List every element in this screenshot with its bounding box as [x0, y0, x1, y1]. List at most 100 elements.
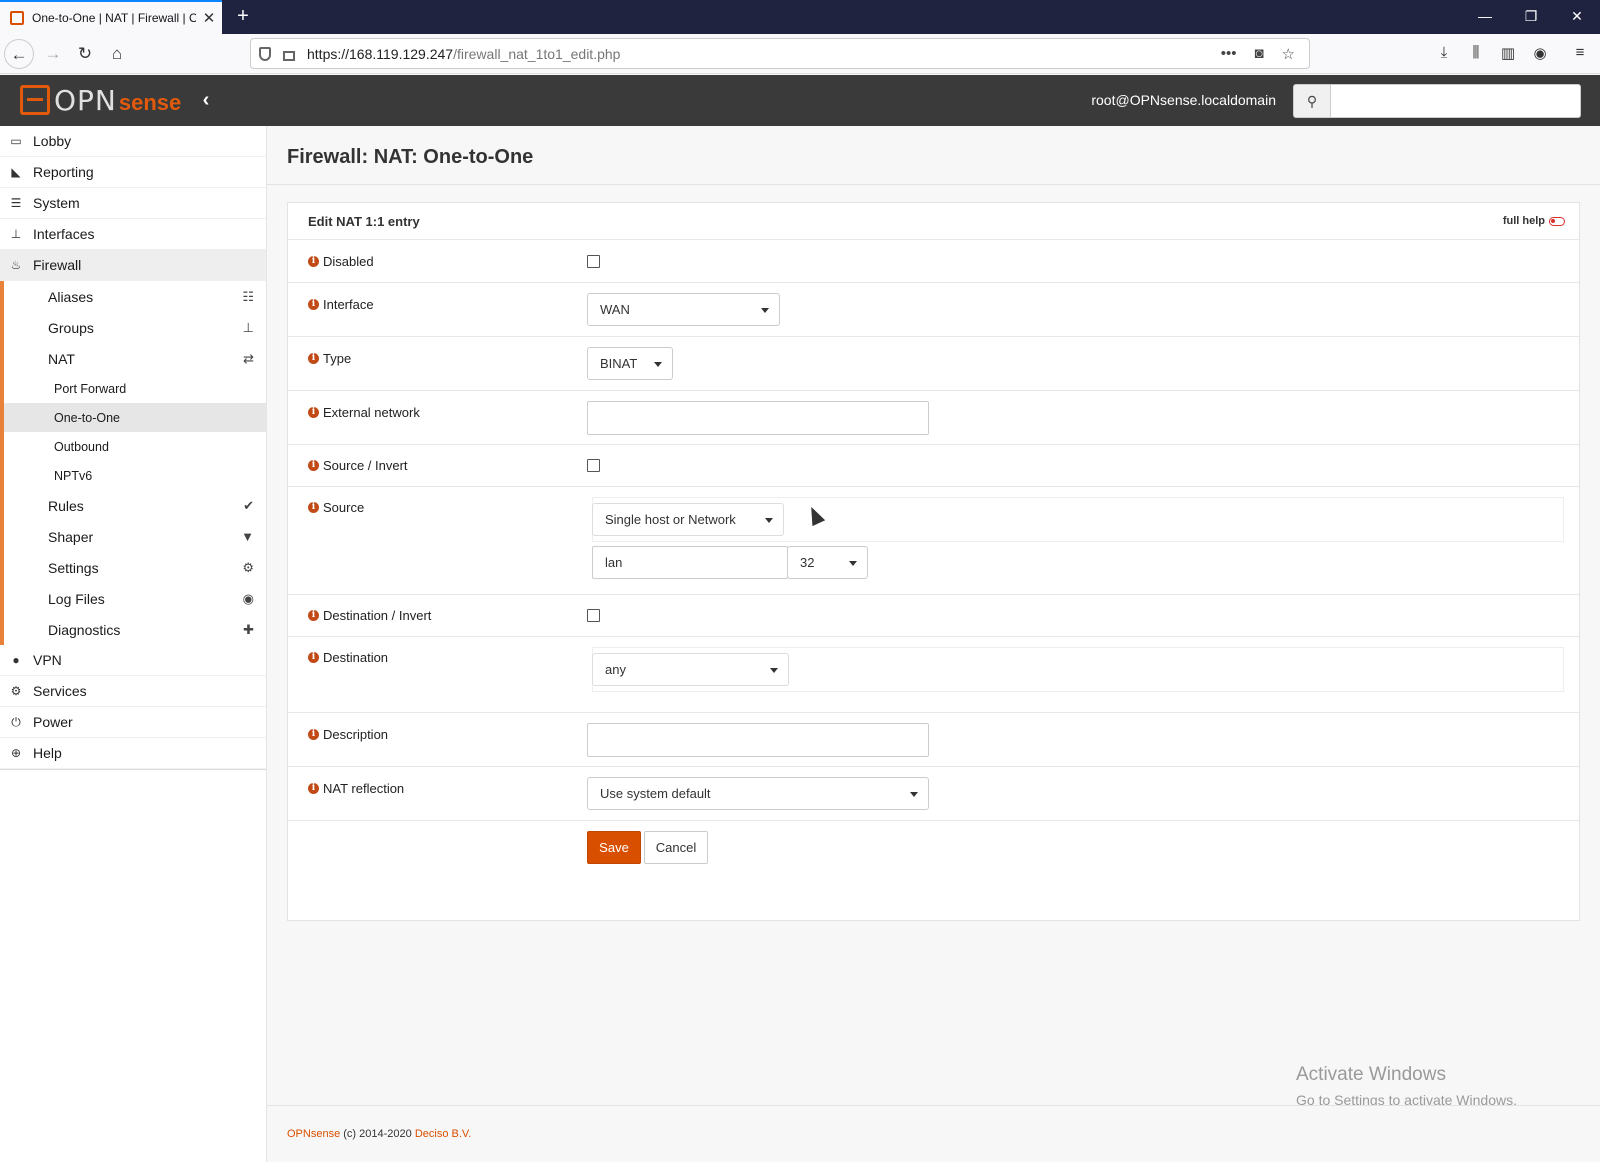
- list-icon: ☷: [242, 288, 254, 304]
- sidebar-toggle-icon[interactable]: ▥: [1498, 44, 1518, 64]
- close-tab-icon[interactable]: ✕: [196, 9, 222, 27]
- sidebar-item-help[interactable]: ⊕ Help: [0, 738, 266, 769]
- caret-down-icon: [770, 668, 778, 673]
- info-icon[interactable]: i: [308, 502, 319, 513]
- sidebar-item-system[interactable]: ☰ System: [0, 188, 266, 219]
- sidebar-item-nat[interactable]: NAT ⇄: [0, 343, 266, 374]
- restore-icon[interactable]: ❐: [1508, 0, 1554, 34]
- sidebar-item-settings[interactable]: Settings ⚙: [0, 552, 266, 583]
- pocket-icon[interactable]: ◙: [1254, 45, 1263, 63]
- external-network-input[interactable]: [587, 401, 929, 435]
- destination-select[interactable]: any: [592, 653, 789, 686]
- bookmark-star-icon[interactable]: ☆: [1282, 45, 1295, 63]
- label-text: Destination: [323, 650, 389, 665]
- save-button[interactable]: Save: [587, 831, 641, 864]
- sidebar-item-rules[interactable]: Rules ✔: [0, 490, 266, 521]
- sidebar-item-aliases[interactable]: Aliases ☷: [0, 281, 266, 312]
- sidebar-item-services[interactable]: ⚙ Services: [0, 676, 266, 707]
- row-disabled: i Disabled: [288, 241, 1579, 283]
- opnsense-logo[interactable]: OPN sense: [20, 84, 181, 117]
- server-icon: ☰: [10, 196, 22, 210]
- insecure-lock-icon[interactable]: [283, 50, 295, 61]
- source-type-select[interactable]: Single host or Network: [592, 503, 784, 536]
- close-window-icon[interactable]: ✕: [1554, 0, 1600, 34]
- sidebar-item-log-files[interactable]: Log Files ◉: [0, 583, 266, 614]
- full-help-toggle[interactable]: full help: [1503, 215, 1565, 227]
- shield-icon[interactable]: [259, 46, 271, 61]
- info-icon[interactable]: i: [308, 610, 319, 621]
- search-icon[interactable]: ⚲: [1293, 84, 1331, 118]
- url-bar[interactable]: https://168.119.129.247 /firewall_nat_1t…: [250, 38, 1310, 69]
- sidebar-item-reporting[interactable]: ◣ Reporting: [0, 157, 266, 188]
- sidebar-item-shaper[interactable]: Shaper ▼: [0, 521, 266, 552]
- source-invert-checkbox[interactable]: [587, 459, 600, 472]
- caret-down-icon: [765, 518, 773, 523]
- sidebar-item-label: Interfaces: [33, 226, 95, 242]
- footer-company-link[interactable]: Deciso B.V.: [415, 1128, 471, 1140]
- downloads-icon[interactable]: ⤓: [1434, 44, 1454, 64]
- toggle-off-icon[interactable]: [1549, 216, 1565, 226]
- interface-select[interactable]: WAN: [587, 293, 780, 326]
- sidebar-item-vpn[interactable]: ● VPN: [0, 645, 266, 676]
- minimize-icon[interactable]: —: [1462, 0, 1508, 34]
- info-icon[interactable]: i: [308, 353, 319, 364]
- footer-brand-link[interactable]: OPNsense: [287, 1128, 340, 1140]
- menu-hamburger-icon[interactable]: ≡: [1570, 44, 1590, 64]
- browser-tab[interactable]: One-to-One | NAT | Firewall | O ✕: [0, 0, 222, 34]
- description-input[interactable]: [587, 723, 929, 757]
- activate-windows-watermark: Activate Windows Go to Settings to activ…: [1296, 1064, 1517, 1108]
- cancel-button[interactable]: Cancel: [644, 831, 708, 864]
- plug-icon: ⏻: [11, 714, 21, 729]
- sidebar-item-outbound[interactable]: Outbound: [0, 432, 266, 461]
- destination-invert-checkbox[interactable]: [587, 609, 600, 622]
- label-text: Disabled: [323, 254, 374, 269]
- page-footer: OPNsense (c) 2014-2020 Deciso B.V.: [267, 1105, 1600, 1162]
- source-address-input[interactable]: lan: [592, 546, 788, 579]
- row-source: i Source Single host or Network lan 32: [288, 487, 1579, 595]
- library-icon[interactable]: ⫼: [1466, 44, 1486, 64]
- account-icon[interactable]: ◉: [1530, 44, 1550, 64]
- panel-header: Edit NAT 1:1 entry full help: [288, 203, 1579, 240]
- sidebar-item-diagnostics[interactable]: Diagnostics ✚: [0, 614, 266, 645]
- sidebar-item-power[interactable]: ⏻ Power: [0, 707, 266, 738]
- source-mask-value: 32: [800, 555, 815, 570]
- info-icon[interactable]: i: [308, 783, 319, 794]
- nat-reflection-select[interactable]: Use system default: [587, 777, 929, 810]
- sidebar-item-nptv6[interactable]: NPTv6: [0, 461, 266, 490]
- sidebar-item-lobby[interactable]: ▭ Lobby: [0, 126, 266, 157]
- reload-button[interactable]: ↻: [70, 39, 100, 69]
- info-icon[interactable]: i: [308, 256, 319, 267]
- sitemap-icon: ⊥: [242, 319, 254, 335]
- collapse-sidebar-chevron-icon[interactable]: ‹: [194, 87, 218, 113]
- source-invert-checkbox-wrap: [587, 459, 600, 472]
- sidebar-item-firewall[interactable]: ♨ Firewall: [0, 250, 266, 281]
- sidebar-item-label: Port Forward: [54, 381, 127, 396]
- sidebar-item-label: Shaper: [48, 528, 94, 545]
- info-icon[interactable]: i: [308, 460, 319, 471]
- disabled-checkbox[interactable]: [587, 255, 600, 268]
- sidebar-item-port-forward[interactable]: Port Forward: [0, 374, 266, 403]
- page-actions-icon[interactable]: •••: [1221, 45, 1237, 63]
- info-icon[interactable]: i: [308, 407, 319, 418]
- user-menu[interactable]: root@OPNsense.localdomain: [1091, 75, 1276, 126]
- edit-form-panel: Edit NAT 1:1 entry full help i Disabled …: [287, 202, 1580, 921]
- sidebar-item-label: Lobby: [33, 133, 72, 149]
- sidebar-item-one-to-one[interactable]: One-to-One: [0, 403, 266, 432]
- search-input[interactable]: [1331, 84, 1581, 118]
- info-icon[interactable]: i: [308, 652, 319, 663]
- source-mask-select[interactable]: 32: [787, 546, 868, 579]
- home-button[interactable]: ⌂: [102, 39, 132, 69]
- label-source: i Source: [308, 500, 364, 515]
- forward-button[interactable]: →: [38, 39, 68, 69]
- sidebar-item-label: Services: [33, 683, 87, 699]
- back-button[interactable]: ←: [4, 39, 34, 69]
- type-select[interactable]: BINAT: [587, 347, 673, 380]
- new-tab-button[interactable]: +: [230, 4, 256, 30]
- sidebar-item-groups[interactable]: Groups ⊥: [0, 312, 266, 343]
- sidebar-item-interfaces[interactable]: ⊥ Interfaces: [0, 219, 266, 250]
- tab-title: One-to-One | NAT | Firewall | O: [32, 11, 196, 25]
- info-icon[interactable]: i: [308, 729, 319, 740]
- sidebar-item-label: Rules: [48, 497, 84, 514]
- info-icon[interactable]: i: [308, 299, 319, 310]
- label-text: Interface: [323, 297, 374, 312]
